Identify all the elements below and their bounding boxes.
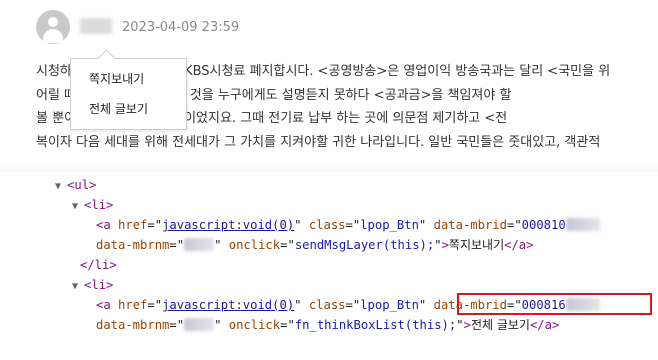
user-popup-menu: 쪽지보내기 전체 글보기 <box>70 58 187 130</box>
highlight-box <box>457 293 652 315</box>
send-message-menu-item[interactable]: 쪽지보내기 <box>89 70 144 87</box>
blurred-nickname[interactable] <box>80 18 112 34</box>
view-all-posts-menu-item[interactable]: 전체 글보기 <box>89 100 148 117</box>
redacted-value <box>184 318 215 331</box>
forum-post: 2023-04-09 23:59 시청하 나쁜 말이지만 저는 KBS시청료 폐… <box>0 0 658 172</box>
dom-node-li[interactable]: ▼ <li> <box>72 195 113 215</box>
dom-node-a-send-message[interactable]: <a href="javascript:void(0)" class="lpop… <box>96 215 600 235</box>
dom-node-a-send-message-cont[interactable]: data-mbrnm=" " onclick="sendMsgLayer(this… <box>96 235 533 255</box>
expand-triangle-icon[interactable]: ▼ <box>72 281 78 292</box>
link-text: 쪽지보내기 <box>448 238 505 252</box>
redacted-value <box>565 218 600 231</box>
post-date: 2023-04-09 23:59 <box>122 20 240 35</box>
link-text: 전체 글보기 <box>470 318 530 332</box>
expand-triangle-icon[interactable]: ▼ <box>55 181 61 192</box>
avatar-head <box>48 17 58 27</box>
redacted-value <box>184 238 215 251</box>
dom-node-ul[interactable]: ▼ <ul> <box>55 175 96 195</box>
href-link[interactable]: javascript:void(0) <box>162 218 294 232</box>
post-line: 복이자 다음 세대를 위해 전세대가 그 가치를 지켜야할 귀한 나라입니다. … <box>36 134 601 150</box>
dom-node-li-close[interactable]: </li> <box>80 255 117 275</box>
avatar[interactable] <box>36 10 70 44</box>
dom-node-a-all-posts-cont[interactable]: data-mbrnm=" " onclick="fn_thinkBoxList(t… <box>96 315 559 335</box>
expand-triangle-icon[interactable]: ▼ <box>72 201 78 212</box>
dom-node-li[interactable]: ▼ <li> <box>72 275 113 295</box>
href-link[interactable]: javascript:void(0) <box>162 298 294 312</box>
devtools-elements-panel: ▼ <ul> ▼ <li> <a href="javascript:void(0)"… <box>0 172 658 360</box>
avatar-body <box>43 29 63 43</box>
